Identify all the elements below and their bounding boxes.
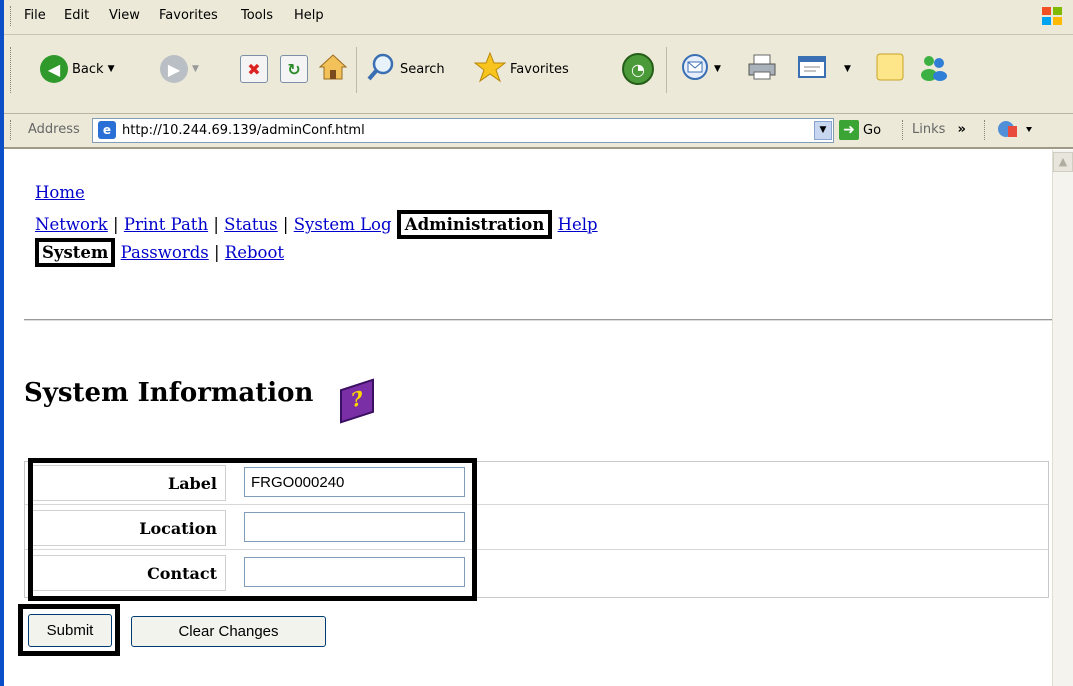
refresh-icon: ↻ <box>280 55 308 83</box>
menu-view[interactable]: View <box>109 8 140 23</box>
menu-edit[interactable]: Edit <box>64 8 89 23</box>
favorites-label: Favorites <box>510 61 569 77</box>
edit-dropdown-icon[interactable]: ▼ <box>844 64 851 74</box>
favorites-star-icon <box>473 51 507 87</box>
links-label: Links <box>912 122 946 137</box>
page-title: System Information <box>24 378 314 408</box>
form-highlight-box <box>28 458 477 601</box>
messenger-icon <box>918 51 950 87</box>
chevron-more-icon: » <box>957 122 966 137</box>
edit-document-icon <box>796 52 828 86</box>
back-dropdown-icon[interactable]: ▼ <box>108 64 115 74</box>
stop-icon: ✖ <box>240 55 268 83</box>
nav-separator: | <box>213 243 220 262</box>
nav-link-status[interactable]: Status <box>224 215 278 234</box>
nav-link-help[interactable]: Help <box>558 215 598 234</box>
address-label: Address <box>28 122 80 137</box>
help-book-icon[interactable]: ? <box>340 378 374 424</box>
address-dropdown-icon[interactable]: ▼ <box>814 121 832 140</box>
printer-icon <box>746 52 778 86</box>
nav-current-administration: Administration <box>396 210 553 239</box>
refresh-button[interactable]: ↻ <box>280 49 308 89</box>
extension-button[interactable] <box>996 118 1036 144</box>
nav-separator: | <box>113 215 119 234</box>
back-arrow-icon: ◀ <box>40 55 68 83</box>
toolbar-grip <box>10 47 14 93</box>
home-icon <box>318 52 348 86</box>
links-grip <box>902 120 906 140</box>
favorites-button[interactable]: Favorites <box>473 49 569 89</box>
history-button[interactable]: ◔ <box>622 49 654 89</box>
mail-dropdown-icon[interactable]: ▼ <box>714 64 721 74</box>
extension-icon <box>996 121 1036 144</box>
links-grip-2 <box>984 120 988 140</box>
address-url[interactable]: http://10.244.69.139/adminConf.html <box>122 123 365 138</box>
mail-icon <box>680 52 710 86</box>
edit-button[interactable]: ▼ <box>796 49 851 89</box>
search-label: Search <box>400 61 445 77</box>
nav-link-network[interactable]: Network <box>35 215 108 234</box>
nav-home-row: Home <box>35 183 85 202</box>
links-button[interactable]: Links » <box>912 122 966 137</box>
toolbar-separator <box>356 47 357 93</box>
forward-dropdown-icon[interactable]: ▼ <box>192 64 199 74</box>
nav-link-print-path[interactable]: Print Path <box>124 215 208 234</box>
nav-sub-row: System Passwords | Reboot <box>35 238 284 267</box>
menubar-grip <box>10 6 14 26</box>
menu-help[interactable]: Help <box>294 8 324 23</box>
standard-toolbar: ◀ Back ▼ ▶ ▼ ✖ ↻ Search Favorites ◔ ▼ ▼ <box>4 35 1073 114</box>
go-label: Go <box>863 122 882 138</box>
horizontal-divider <box>24 319 1052 321</box>
nav-link-system-log[interactable]: System Log <box>294 215 392 234</box>
toolbar-separator <box>666 47 667 93</box>
nav-current-system: System <box>35 238 116 267</box>
address-bar: Address e http://10.244.69.139/adminConf… <box>4 114 1073 149</box>
history-icon: ◔ <box>622 53 654 85</box>
menu-bar: File Edit View Favorites Tools Help <box>4 0 1073 35</box>
discuss-button[interactable] <box>874 49 906 89</box>
nav-main-row: Network | Print Path | Status | System L… <box>35 210 598 239</box>
menu-file[interactable]: File <box>24 8 46 23</box>
nav-link-passwords[interactable]: Passwords <box>121 243 209 262</box>
vertical-scrollbar[interactable] <box>1052 150 1073 686</box>
go-arrow-icon: ➜ <box>839 120 859 140</box>
messenger-button[interactable] <box>918 49 950 89</box>
nav-separator: | <box>282 215 289 234</box>
nav-link-home[interactable]: Home <box>35 183 85 202</box>
search-icon <box>366 52 396 86</box>
search-button[interactable]: Search <box>366 49 445 89</box>
addressbar-grip <box>10 120 14 140</box>
home-button[interactable] <box>318 49 348 89</box>
go-button[interactable]: ➜ Go <box>839 118 881 142</box>
menu-tools[interactable]: Tools <box>241 8 273 23</box>
note-icon <box>874 51 906 87</box>
page-ie-icon: e <box>98 121 116 139</box>
forward-button[interactable]: ▶ ▼ <box>160 49 199 89</box>
nav-separator: | <box>213 215 219 234</box>
back-button[interactable]: ◀ Back ▼ <box>40 49 114 89</box>
windows-logo-icon <box>1040 4 1064 28</box>
scroll-up-icon[interactable]: ▲ <box>1053 152 1073 172</box>
menu-favorites[interactable]: Favorites <box>159 8 218 23</box>
stop-button[interactable]: ✖ <box>240 49 268 89</box>
clear-changes-button[interactable]: Clear Changes <box>131 616 326 647</box>
submit-button[interactable]: Submit <box>28 614 112 647</box>
print-button[interactable] <box>746 49 778 89</box>
nav-link-reboot[interactable]: Reboot <box>225 243 284 262</box>
mail-button[interactable]: ▼ <box>680 49 721 89</box>
forward-arrow-icon: ▶ <box>160 55 188 83</box>
back-label: Back <box>72 61 104 77</box>
